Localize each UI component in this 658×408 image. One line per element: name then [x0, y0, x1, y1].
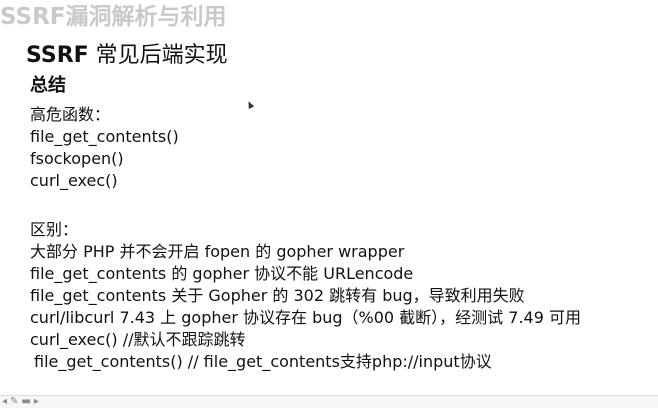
function-item: curl_exec(): [30, 171, 118, 190]
pen-tool-icon[interactable]: ✎: [10, 397, 18, 407]
differences-block: 区别： 大部分 PHP 并不会开启 fopen 的 gopher wrapper…: [30, 219, 581, 373]
summary-heading: 总结: [30, 75, 66, 96]
slide-nav-bar: ◂ ✎ ▬ ▸: [0, 395, 658, 408]
subtitle-rest: 常见后端实现: [88, 43, 228, 68]
slide-menu-icon[interactable]: ▬: [21, 397, 30, 407]
risky-functions-block: 高危函数： file_get_contents() fsockopen() cu…: [30, 104, 179, 192]
section-subtitle: SSRF 常见后端实现: [26, 40, 228, 72]
slide-nav-controls: ◂ ✎ ▬ ▸: [2, 397, 39, 407]
difference-item: curl_exec() //默认不跟踪跳转: [30, 330, 246, 349]
next-slide-icon[interactable]: ▸: [34, 397, 39, 407]
previous-slide-icon[interactable]: ◂: [2, 397, 7, 407]
function-item: fsockopen(): [30, 149, 124, 168]
difference-item: 大部分 PHP 并不会开启 fopen 的 gopher wrapper: [30, 242, 405, 261]
function-item: file_get_contents(): [30, 127, 179, 146]
risky-functions-label: 高危函数：: [30, 105, 111, 124]
mouse-cursor-icon: [245, 100, 255, 109]
difference-item: file_get_contents 关于 Gopher 的 302 跳转有 bu…: [30, 286, 525, 305]
differences-label: 区别：: [30, 220, 79, 239]
slide-title: SSRF漏洞解析与利用: [0, 4, 227, 30]
difference-item: file_get_contents() // file_get_contents…: [34, 352, 492, 371]
difference-item: file_get_contents 的 gopher 协议不能 URLencod…: [30, 264, 414, 283]
difference-item: curl/libcurl 7.43 上 gopher 协议存在 bug（%00 …: [30, 308, 581, 327]
subtitle-ssrf: SSRF: [26, 43, 89, 68]
